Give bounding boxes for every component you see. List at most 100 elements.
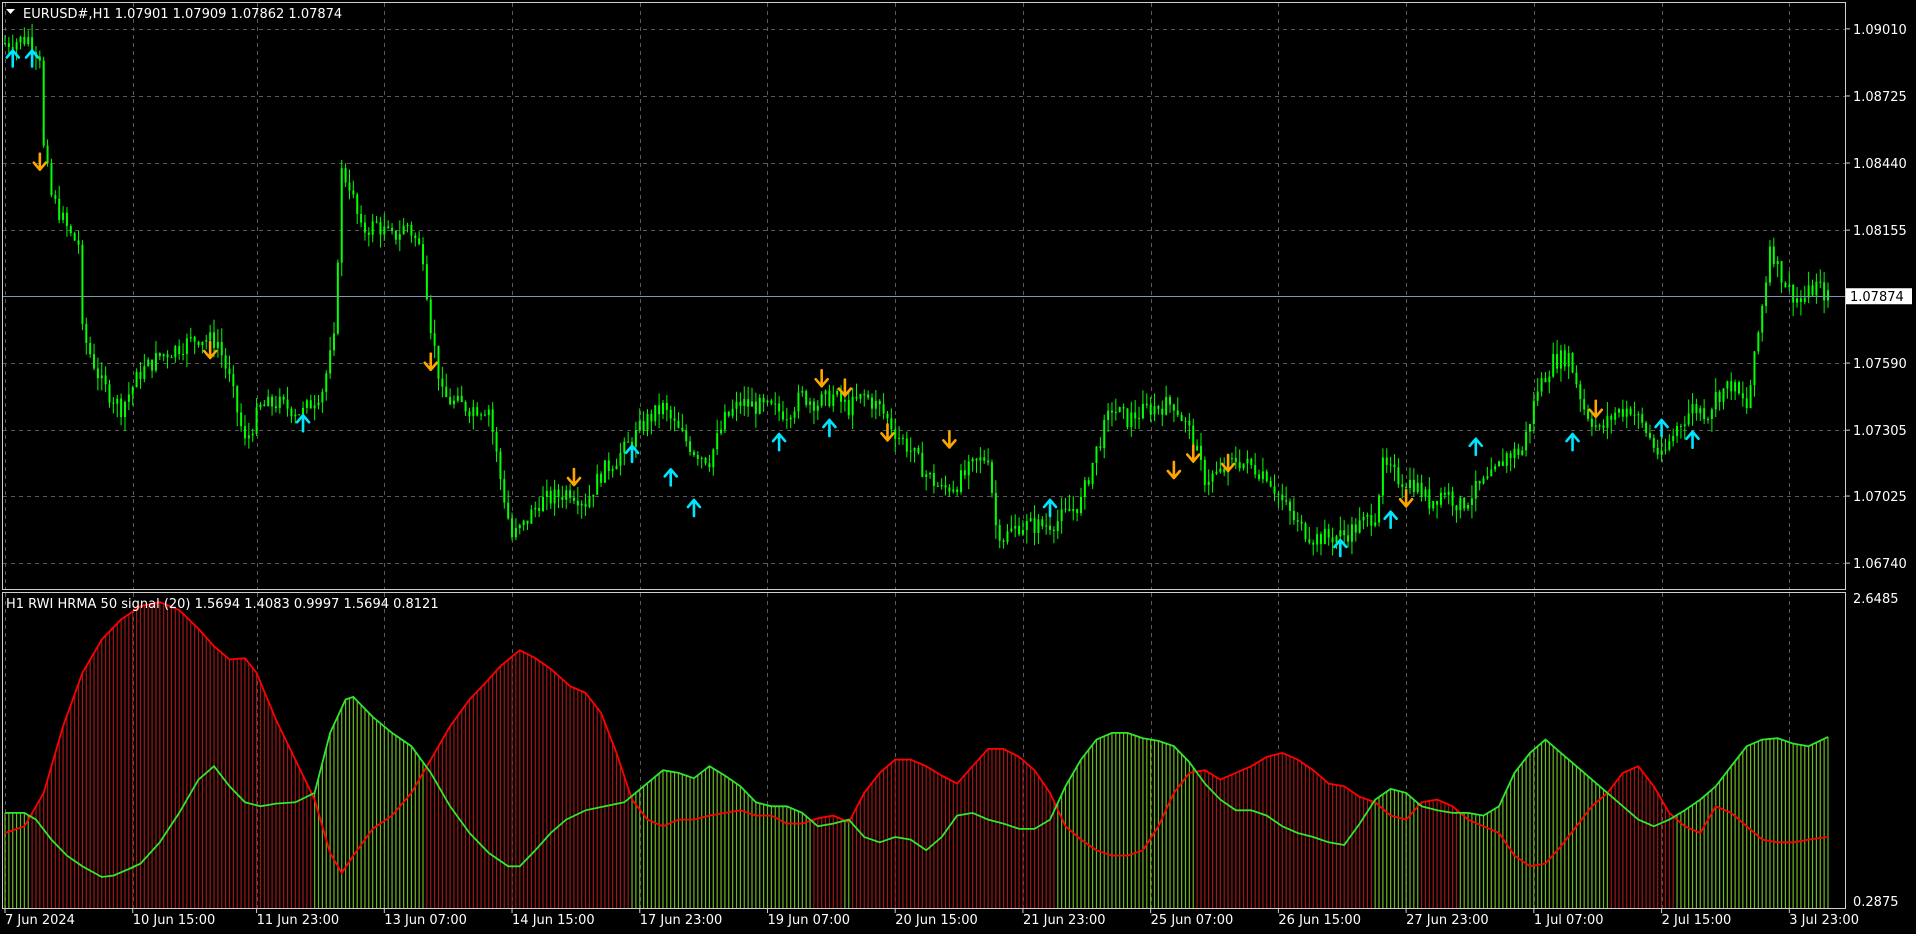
candle-body — [627, 441, 630, 443]
candle-body — [1350, 524, 1353, 542]
candle-body — [762, 397, 765, 403]
candle-body — [259, 404, 262, 408]
candle-body — [828, 390, 831, 406]
candle-body — [1765, 282, 1768, 307]
candle-body — [1679, 425, 1682, 427]
candle-body — [1010, 528, 1013, 532]
candle-body — [344, 168, 347, 183]
candle-body — [468, 411, 471, 417]
candle-body — [534, 507, 537, 510]
candle-body — [1161, 408, 1164, 415]
candle-body — [1141, 403, 1144, 419]
candle-body — [1784, 282, 1787, 287]
candle-body — [619, 452, 622, 466]
candle-body — [81, 244, 84, 324]
candle-body — [886, 413, 889, 419]
candle-body — [1029, 518, 1032, 522]
candle-body — [1509, 453, 1512, 459]
candle-body — [1199, 445, 1202, 460]
candle-body — [1068, 508, 1071, 512]
candle-body — [1753, 351, 1756, 386]
candle-body — [127, 394, 130, 402]
candle-body — [584, 503, 587, 507]
chart-title-menu[interactable]: EURUSD#,H1 1.07901 1.07909 1.07862 1.078… — [6, 7, 342, 22]
candle-body — [96, 368, 99, 379]
candle-body — [1138, 418, 1141, 420]
candle-body — [1014, 525, 1017, 529]
candle-body — [1455, 505, 1458, 511]
candle-body — [1633, 414, 1636, 416]
candle-body — [1583, 399, 1586, 410]
candle-body — [1594, 425, 1597, 427]
candle-body — [901, 437, 904, 439]
candle-body — [530, 509, 533, 524]
candle-body — [131, 387, 134, 395]
candle-body — [449, 397, 452, 405]
candle-body — [120, 398, 123, 418]
candle-body — [843, 399, 846, 402]
candle-body — [545, 490, 548, 497]
candle-body — [1443, 492, 1446, 495]
indicator-tick-label: 0.2875 — [1853, 895, 1899, 910]
candle-body — [1103, 419, 1106, 449]
candle-body — [1246, 458, 1249, 464]
candle-body — [1459, 497, 1462, 511]
candle-body — [654, 405, 657, 422]
candle-body — [526, 520, 529, 524]
candle-body — [1737, 382, 1740, 394]
candle-body — [1238, 462, 1241, 469]
candle-body — [503, 479, 506, 503]
candle-body — [720, 429, 723, 434]
candle-body — [1757, 332, 1760, 352]
time-tick-label: 27 Jun 23:00 — [1406, 913, 1489, 928]
candle-body — [294, 414, 297, 417]
candle-body — [665, 402, 668, 410]
candle-body — [464, 402, 467, 412]
candle-body — [375, 221, 378, 223]
candle-body — [801, 391, 804, 393]
candle-body — [1799, 298, 1802, 302]
candle-body — [723, 411, 726, 430]
candle-body — [1385, 457, 1388, 465]
candle-body — [634, 429, 637, 447]
candle-body — [1761, 306, 1764, 333]
candle-body — [383, 226, 386, 235]
candle-body — [1049, 525, 1052, 530]
candle-body — [77, 240, 80, 245]
candle-body — [394, 231, 397, 240]
candle-body — [185, 338, 188, 354]
candle-body — [1490, 469, 1493, 477]
candle-body — [789, 417, 792, 420]
time-tick-label: 19 Jun 07:00 — [767, 913, 850, 928]
candle-body — [863, 394, 866, 396]
candle-body — [816, 405, 819, 411]
candle-body — [1606, 415, 1609, 428]
chart-window[interactable]: 1.09010 1.08725 1.08440 1.08155 1.07590 1.073… — [0, 0, 1916, 934]
price-tick-label: 1.09010 — [1853, 23, 1907, 38]
candle-body — [205, 340, 208, 342]
candle-body — [905, 438, 908, 452]
candle-body — [282, 396, 285, 400]
candle-body — [1420, 482, 1423, 498]
candle-body — [441, 378, 444, 387]
candle-body — [998, 525, 1001, 541]
candle-body — [135, 372, 138, 388]
time-tick-label: 13 Jun 07:00 — [384, 913, 467, 928]
candle-body — [1250, 458, 1253, 465]
candle-body — [65, 212, 68, 227]
candle-body — [1343, 530, 1346, 536]
candle-body — [971, 458, 974, 462]
candle-body — [623, 441, 626, 453]
candle-body — [1645, 422, 1648, 433]
candle-body — [189, 336, 192, 339]
candle-body — [1230, 458, 1233, 460]
candle-body — [1126, 408, 1129, 428]
candle-body — [391, 227, 394, 232]
candle-body — [240, 412, 243, 427]
candle-body — [247, 435, 250, 439]
candle-body — [1207, 481, 1210, 486]
candle-body — [472, 407, 475, 417]
candle-body — [1064, 508, 1067, 510]
candle-body — [456, 395, 459, 401]
candle-body — [73, 233, 76, 241]
